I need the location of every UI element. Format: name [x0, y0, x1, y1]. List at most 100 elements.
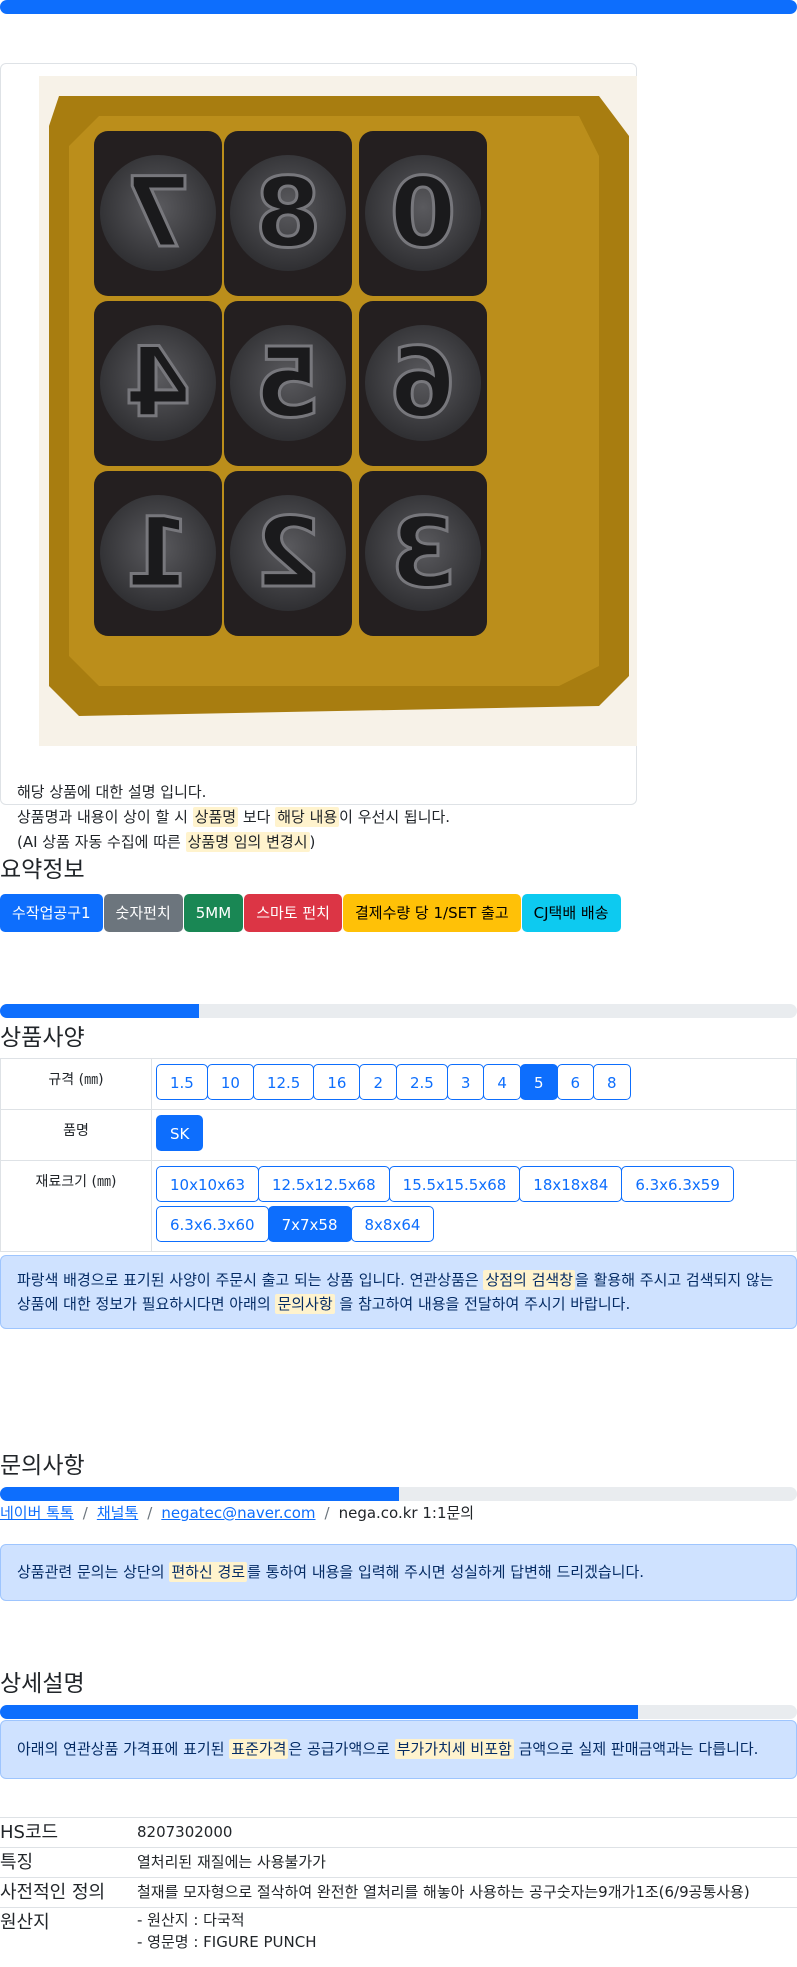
email-link[interactable]: negatec@naver.com: [161, 1504, 315, 1522]
desc-line-1: 해당 상품에 대한 설명 입니다.: [17, 783, 207, 801]
origin-line: - 원산지 : 다국적: [137, 1911, 245, 1929]
spec-notice: 파랑색 배경으로 표기된 사양이 주문시 출고 되는 상품 입니다. 연관상품은…: [0, 1255, 797, 1329]
spec-option-button[interactable]: 7x7x58: [267, 1206, 352, 1242]
spec-option-button[interactable]: 12.5x12.5x68: [258, 1166, 390, 1202]
spec-option-button[interactable]: 10: [206, 1064, 254, 1100]
spec-option-button[interactable]: 6.3x6.3x59: [621, 1166, 734, 1202]
info-row: 특징 열처리된 재질에는 사용불가가: [0, 1847, 797, 1878]
spec-option-button[interactable]: 5: [519, 1064, 558, 1100]
spec-option-button[interactable]: 18x18x84: [519, 1166, 623, 1202]
highlight-search: 상점의 검색창: [483, 1270, 576, 1290]
summary-badge: CJ택배 배송: [521, 894, 621, 932]
spec-option-button[interactable]: 8: [593, 1064, 631, 1100]
info-value: 열처리된 재질에는 사용불가가: [137, 1847, 797, 1878]
punch-digit: 4: [125, 327, 192, 439]
spec-option-button[interactable]: 6.3x6.3x60: [156, 1206, 269, 1242]
highlight-name-change: 상품명 임의 변경시: [185, 832, 310, 852]
spec-options: 1.5 10 12.5 16 2 2.5 3 4 5 6 8: [151, 1058, 797, 1110]
top-progress-fill: [0, 0, 797, 14]
notice-text: 파랑색 배경으로 표기된 사양이 주문시 출고 되는 상품 입니다. 연관상품은: [17, 1271, 484, 1289]
desc-text: ): [309, 833, 316, 851]
spec-row: 규격 (㎜) 1.5 10 12.5 16 2 2.5 3 4 5 6 8: [0, 1058, 797, 1110]
notice-text: 를 통하여 내용을 입력해 주시면 성실하게 답변해 드리겠습니다.: [247, 1563, 645, 1581]
inquiry-progress-bar: [0, 1487, 797, 1501]
info-key: 원산지: [0, 1907, 137, 1954]
spec-option-button[interactable]: 4: [483, 1064, 521, 1100]
spec-option-button[interactable]: SK: [156, 1115, 204, 1151]
spec-progress-bar: [0, 1004, 797, 1018]
notice-text: 은 공급가액으로: [288, 1740, 395, 1758]
punch-digit: 5: [255, 327, 322, 439]
punch-digit: 0: [390, 157, 457, 269]
notice-text: 금액으로 실제 판매금액과는 다릅니다.: [513, 1740, 759, 1758]
inquiry-title: 문의사항: [0, 1453, 85, 1479]
info-key: 사전적인 정의: [0, 1877, 137, 1908]
naver-talk-link[interactable]: 네이버 톡톡: [0, 1504, 74, 1522]
spec-option-button[interactable]: 16: [313, 1064, 361, 1100]
product-description: 해당 상품에 대한 설명 입니다. 상품명과 내용이 상이 할 시 상품명 보다…: [17, 780, 450, 855]
spec-label: 품명: [0, 1109, 152, 1161]
summary-badge: 스마토 펀치: [244, 894, 342, 932]
highlight-vat: 부가가치세 비포함: [394, 1739, 514, 1759]
summary-badge: 결제수량 당 1/SET 출고: [342, 894, 521, 932]
detail-notice: 아래의 연관상품 가격표에 표기된 표준가격 은 공급가액으로 부가가치세 비포함…: [0, 1720, 797, 1779]
inquiry-links: 네이버 톡톡 / 채널톡 / negatec@naver.com / nega.co.kr …: [0, 1502, 474, 1523]
highlight-product-name: 상품명: [192, 807, 239, 827]
info-key: HS코드: [0, 1817, 137, 1848]
notice-text: 상품관련 문의는 상단의: [17, 1563, 170, 1581]
info-row: 원산지 - 원산지 : 다국적 - 영문명 : FIGURE PUNCH: [0, 1907, 797, 1954]
spec-option-button[interactable]: 1.5: [156, 1064, 208, 1100]
spec-option-button[interactable]: 3: [446, 1064, 485, 1100]
spec-option-button[interactable]: 8x8x64: [350, 1206, 435, 1242]
separator: /: [82, 1504, 88, 1522]
info-row: HS코드 8207302000: [0, 1817, 797, 1848]
summary-title: 요약정보: [0, 857, 85, 883]
top-progress-bar: [0, 0, 797, 14]
spec-option-button[interactable]: 6: [556, 1064, 595, 1100]
info-value: - 원산지 : 다국적 - 영문명 : FIGURE PUNCH: [137, 1907, 797, 1954]
detail-title: 상세설명: [0, 1671, 85, 1697]
desc-text: 이 우선시 됩니다.: [339, 808, 451, 826]
desc-text: 보다: [238, 808, 276, 826]
summary-badge: 수작업공구1: [0, 894, 103, 932]
product-image: 7 8 0 4 5 6 1 2 3: [39, 76, 637, 746]
desc-line-2: 상품명과 내용이 상이 할 시 상품명 보다 해당 내용 이 우선시 됩니다.: [17, 805, 450, 830]
spec-option-button[interactable]: 15.5x15.5x68: [388, 1166, 521, 1202]
info-value: 철재를 모자형으로 절삭하여 완전한 열처리를 해놓아 사용하는 공구숫자는9개…: [137, 1877, 797, 1908]
punch-digit: 1: [125, 497, 192, 609]
summary-badge: 5MM: [183, 894, 244, 932]
spec-options: SK: [151, 1109, 797, 1161]
channel-talk-link[interactable]: 채널톡: [97, 1504, 138, 1522]
highlight-route: 편하신 경로: [169, 1562, 248, 1582]
spec-option-button[interactable]: 10x10x63: [156, 1166, 260, 1202]
notice-text: 아래의 연관상품 가격표에 표기된: [17, 1740, 230, 1758]
highlight-inquiry: 문의사항: [275, 1294, 335, 1314]
separator: /: [324, 1504, 330, 1522]
summary-badges: 수작업공구1 숫자펀치 5MM 스마토 펀치 결제수량 당 1/SET 출고 CJ택배 배…: [0, 894, 622, 932]
punch-digit: 6: [390, 327, 457, 439]
spec-option-button[interactable]: 2.5: [396, 1064, 448, 1100]
desc-text: (AI 상품 자동 수집에 따른: [17, 833, 186, 851]
spec-table: 규격 (㎜) 1.5 10 12.5 16 2 2.5 3 4 5 6 8 품명 SK 재료크기 (㎜) 10…: [0, 1058, 797, 1252]
detail-info-table: HS코드 8207302000 특징 열처리된 재질에는 사용불가가 사전적인 정의…: [0, 1817, 797, 1954]
info-row: 사전적인 정의 철재를 모자형으로 절삭하여 완전한 열처리를 해놓아 사용하는 …: [0, 1877, 797, 1908]
punch-digit: 3: [390, 497, 457, 609]
separator: /: [147, 1504, 153, 1522]
spec-progress-fill: [0, 1004, 200, 1018]
product-card: 780 456 123 해당 상품에 대한 설명 입니다. 상품명과 내용이 상이 …: [0, 63, 637, 852]
detail-progress-bar: [0, 1705, 797, 1719]
summary-badge: 숫자펀치: [103, 894, 183, 932]
site-inquiry-text: nega.co.kr 1:1문의: [338, 1504, 475, 1522]
english-name-line: - 영문명 : FIGURE PUNCH: [137, 1933, 317, 1951]
highlight-content: 해당 내용: [275, 807, 340, 827]
inquiry-notice: 상품관련 문의는 상단의 편하신 경로 를 통하여 내용을 입력해 주시면 성실하…: [0, 1544, 797, 1601]
detail-progress-fill: [0, 1705, 638, 1719]
spec-option-button[interactable]: 2: [359, 1064, 397, 1100]
inquiry-progress-fill: [0, 1487, 399, 1501]
punch-digit: 7: [125, 157, 192, 269]
info-key: 특징: [0, 1847, 137, 1878]
spec-title: 상품사양: [0, 1025, 85, 1051]
spec-option-button[interactable]: 12.5: [252, 1064, 315, 1100]
highlight-standard-price: 표준가격: [229, 1739, 289, 1759]
punch-digit: 8: [255, 157, 322, 269]
